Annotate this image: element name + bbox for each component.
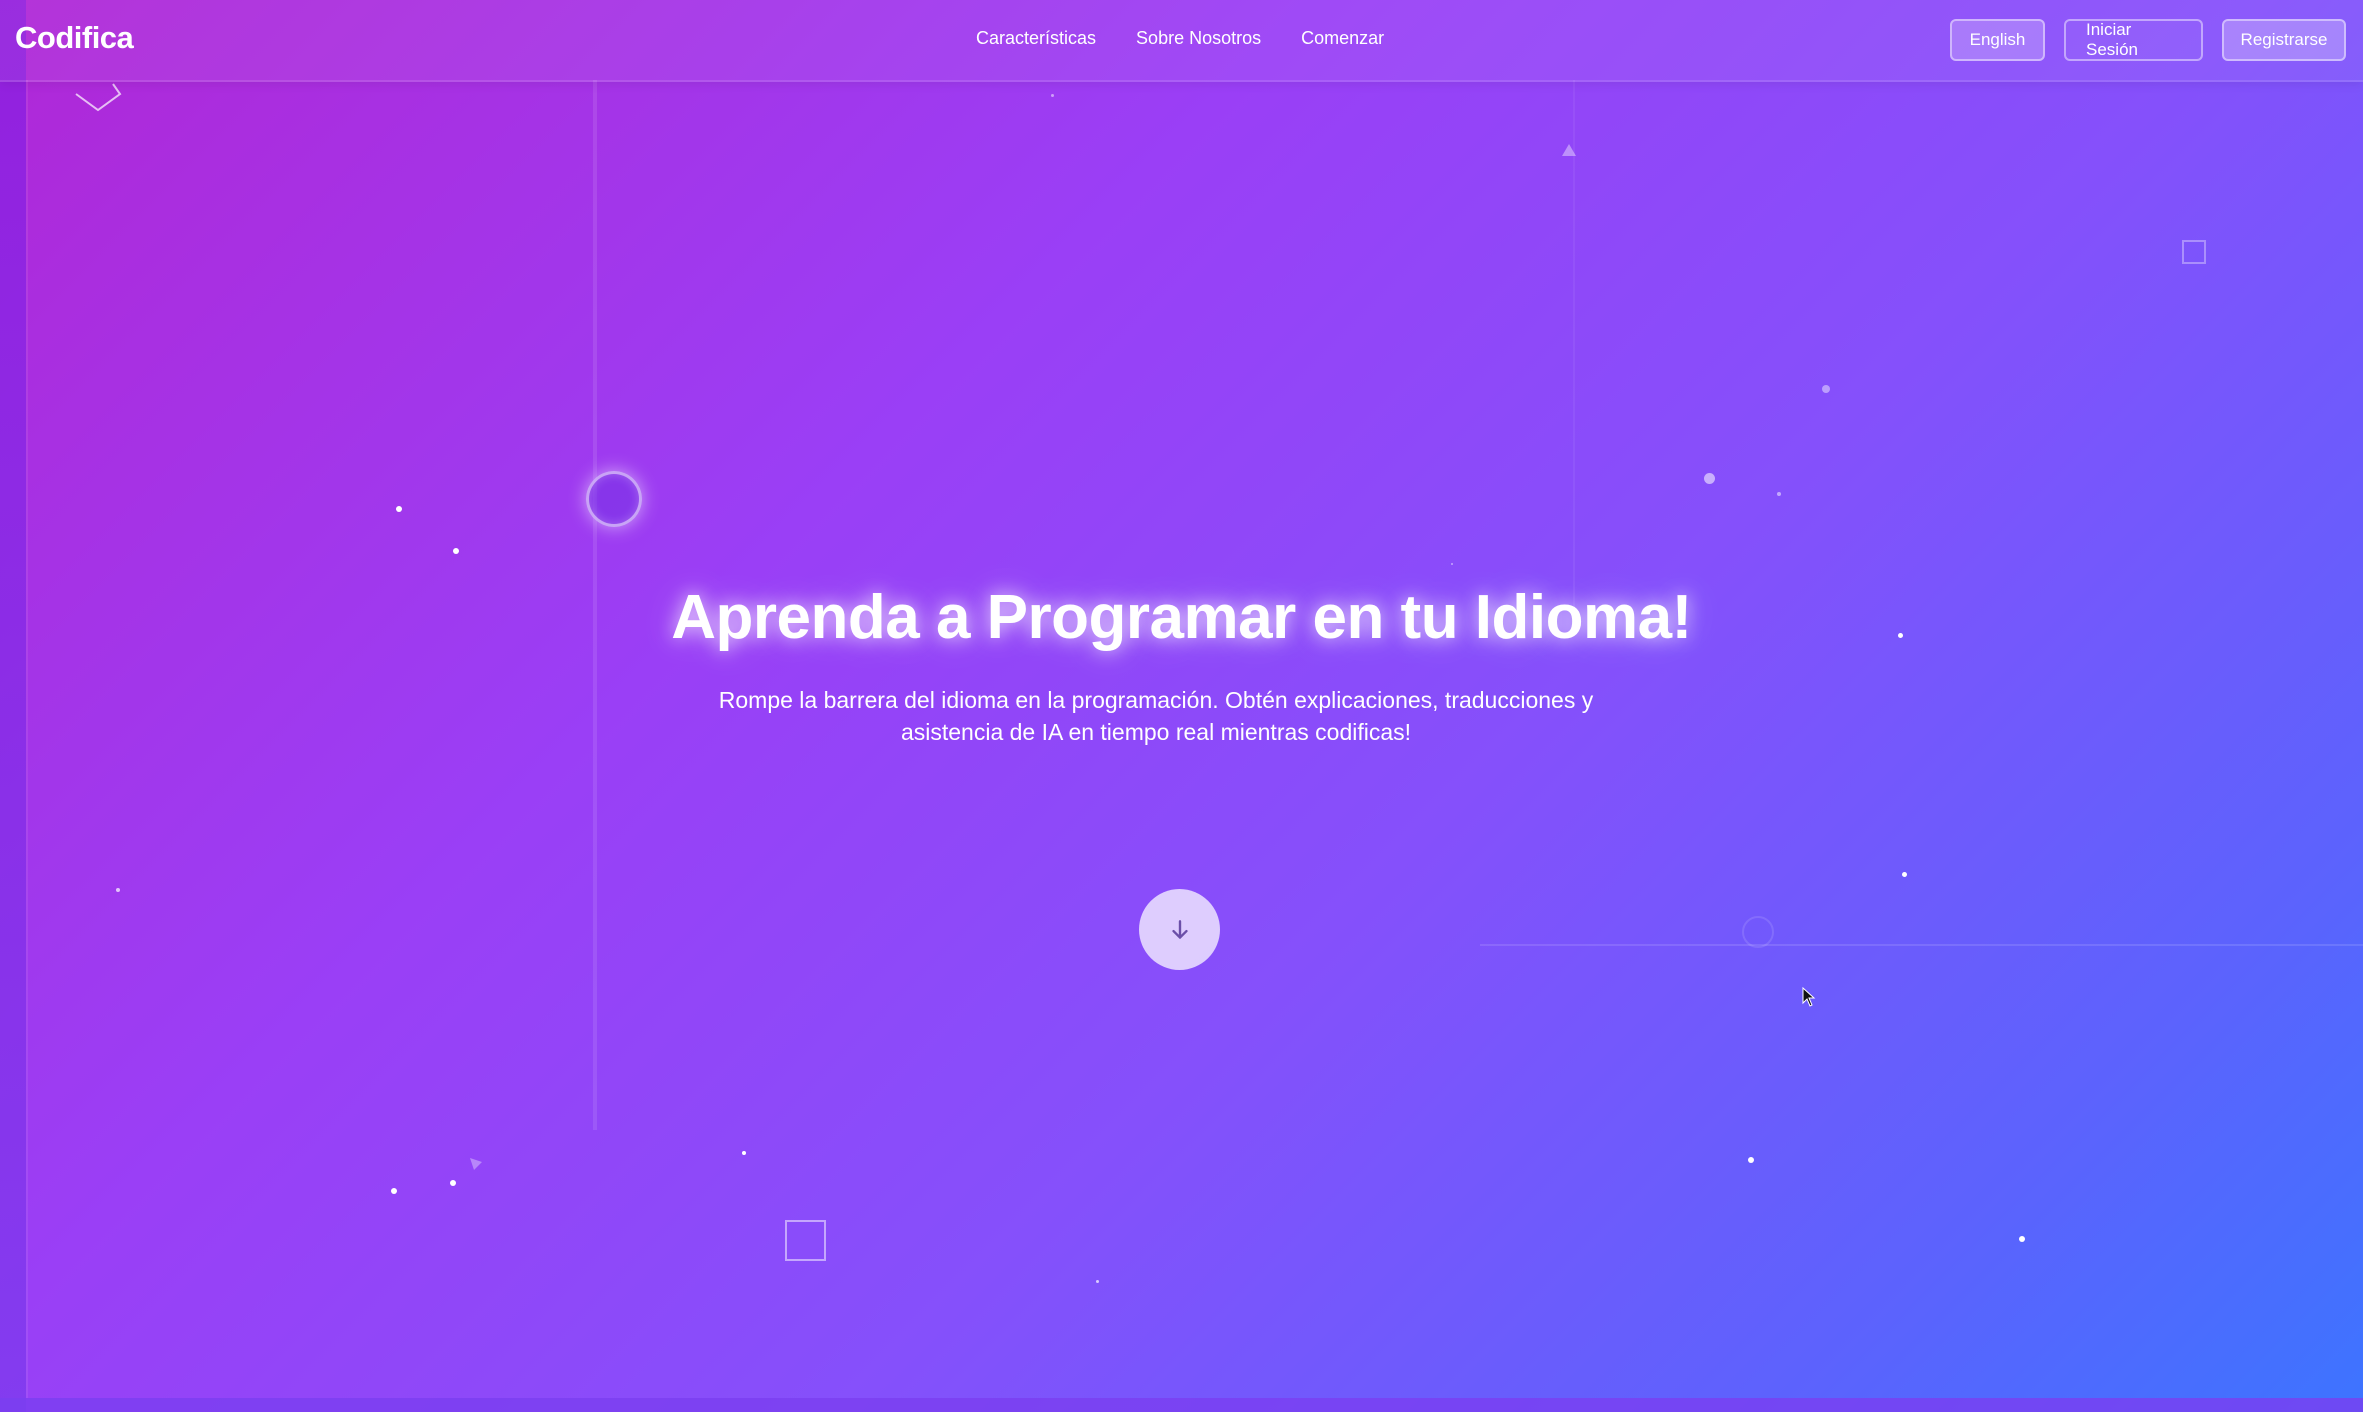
particle-dot <box>391 1188 397 1194</box>
circle-outline-decor <box>1742 916 1774 948</box>
triangle-decor-icon <box>1562 144 1576 156</box>
glowing-ring-decor <box>586 471 642 527</box>
nav-link-get-started[interactable]: Comenzar <box>1301 28 1384 49</box>
arrow-down-icon <box>1171 919 1188 939</box>
brand-logo[interactable]: Codifica <box>15 20 134 56</box>
hero-subtitle-line-2: asistencia de IA en tiempo real mientras… <box>900 719 1412 745</box>
nav-link-features[interactable]: Características <box>976 28 1096 49</box>
particle-dot <box>116 888 120 892</box>
left-frame-edge <box>0 0 26 1412</box>
particle-dot <box>396 506 402 512</box>
decor-horizontal-line <box>1480 944 2363 946</box>
particle-dot <box>1051 94 1054 97</box>
hero-title: Aprenda a Programar en tu Idioma! <box>671 583 1692 652</box>
signup-button[interactable]: Registrarse <box>2222 19 2346 61</box>
particle-dot <box>1748 1157 1754 1163</box>
diamond-outline-icon <box>75 83 122 112</box>
triangle-decor-icon <box>470 1158 482 1170</box>
particle-dot <box>450 1180 456 1186</box>
scroll-down-button[interactable] <box>1139 889 1220 970</box>
language-toggle-button[interactable]: English <box>1950 19 2045 61</box>
top-navbar: Codifica Características Sobre Nosotros … <box>0 0 2363 82</box>
particle-dot <box>742 1151 746 1155</box>
bottom-frame-edge <box>0 1398 2363 1412</box>
particle-dot <box>1822 385 1830 393</box>
decor-vertical-line-faint <box>1573 80 1575 620</box>
particle-dot <box>1902 872 1907 877</box>
particle-dot <box>1451 563 1453 565</box>
hero-subtitle-line-1: Rompe la barrera del idioma en la progra… <box>718 687 1594 713</box>
hero-subtitle: Rompe la barrera del idioma en la progra… <box>696 684 1616 748</box>
login-button[interactable]: Iniciar Sesión <box>2064 19 2203 61</box>
particle-dot <box>1777 492 1781 496</box>
mouse-cursor-icon <box>1802 987 1816 1007</box>
particle-dot <box>1704 473 1715 484</box>
particle-dot <box>453 548 459 554</box>
nav-link-about[interactable]: Sobre Nosotros <box>1136 28 1261 49</box>
header-actions: English Iniciar Sesión Registrarse <box>1950 19 2346 61</box>
main-nav: Características Sobre Nosotros Comenzar <box>976 28 1384 49</box>
particle-dot <box>2019 1236 2025 1242</box>
particle-dot <box>1096 1280 1099 1283</box>
square-outline-decor <box>2182 240 2206 264</box>
square-outline-decor <box>785 1220 826 1261</box>
